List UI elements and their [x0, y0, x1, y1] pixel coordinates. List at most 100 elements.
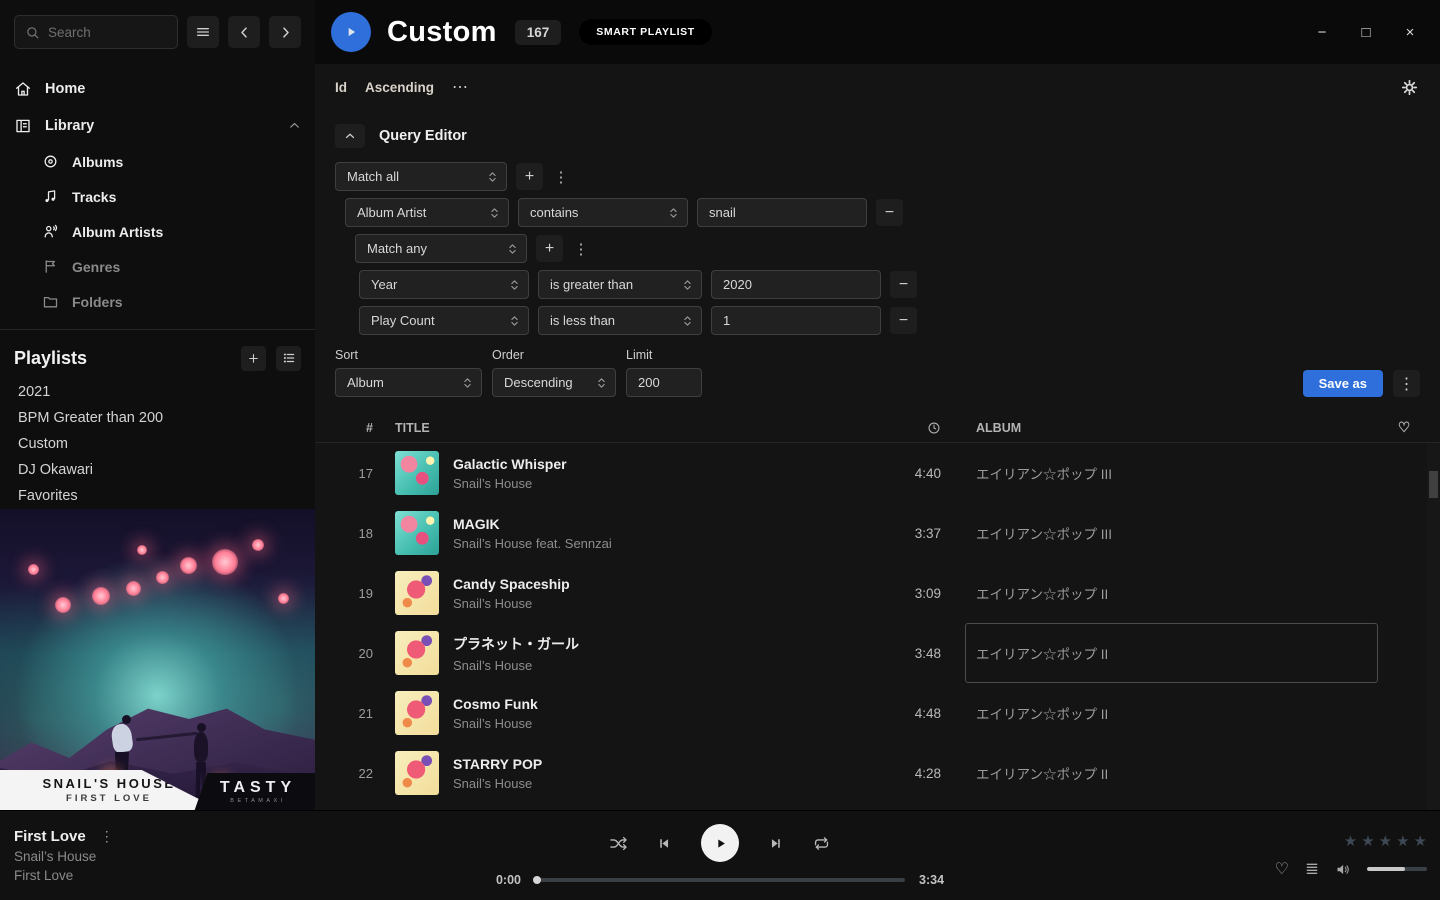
track-artist[interactable]: Snail’s House feat. Sennzai — [453, 536, 879, 551]
add-rule-button[interactable]: + — [516, 163, 543, 190]
table-row[interactable]: 21 Cosmo Funk Snail’s House 4:48 エイリアン☆ポ… — [315, 683, 1440, 743]
playlist-item[interactable]: BPM Greater than 200 — [0, 405, 315, 431]
track-artist[interactable]: Snail’s House — [453, 476, 879, 491]
limit-input[interactable] — [626, 368, 702, 397]
library-collapse-icon[interactable] — [288, 119, 301, 132]
duration-clock-icon[interactable] — [927, 421, 941, 435]
star-icon[interactable]: ★ — [1361, 832, 1374, 850]
sidebar-item-genres[interactable]: Genres — [42, 249, 301, 284]
rule-operator-select[interactable]: contains — [518, 198, 688, 227]
track-album[interactable]: エイリアン☆ポップ II — [941, 743, 1381, 803]
search-input-wrapper[interactable] — [14, 15, 178, 49]
sidebar-item-folders[interactable]: Folders — [42, 284, 301, 319]
remove-rule-button[interactable]: − — [890, 271, 917, 298]
menu-button[interactable] — [187, 16, 219, 48]
match-type-select[interactable]: Match any — [355, 234, 527, 263]
rule-value-input[interactable] — [711, 270, 881, 299]
rule-field-select[interactable]: Album Artist — [345, 198, 509, 227]
track-album[interactable]: エイリアン☆ポップ III — [941, 503, 1381, 563]
track-artist[interactable]: Snail’s House — [453, 658, 879, 673]
gear-icon[interactable] — [1401, 79, 1418, 96]
play-playlist-button[interactable] — [331, 12, 371, 52]
window-minimize-button[interactable]: − — [1314, 24, 1330, 41]
vertical-scrollbar[interactable] — [1427, 443, 1440, 810]
playlist-item[interactable]: Favorites — [0, 483, 315, 509]
playlist-item[interactable]: Custom — [0, 431, 315, 457]
column-header-index[interactable]: # — [331, 421, 373, 435]
save-menu-button[interactable]: ⋮ — [1393, 370, 1420, 397]
sort-label: Sort — [335, 348, 482, 362]
seek-handle[interactable] — [533, 876, 541, 884]
star-icon[interactable]: ★ — [1396, 832, 1409, 850]
column-header-album[interactable]: ALBUM — [941, 421, 1381, 435]
track-artist[interactable]: Snail’s House — [453, 596, 879, 611]
table-row[interactable]: 17 Galactic Whisper Snail’s House 4:40 エ… — [315, 443, 1440, 503]
nav-back-button[interactable] — [228, 16, 260, 48]
track-album[interactable]: エイリアン☆ポップ II — [941, 683, 1381, 743]
more-options-button[interactable]: ⋯ — [452, 77, 470, 97]
rating-stars[interactable]: ★ ★ ★ ★ ★ — [1344, 832, 1427, 850]
sort-field-button[interactable]: Id — [335, 80, 347, 95]
table-row[interactable]: 22 STARRY POP Snail’s House 4:28 エイリアン☆ポ… — [315, 743, 1440, 803]
sort-direction-button[interactable]: Ascending — [365, 80, 434, 95]
rule-value-input[interactable] — [711, 306, 881, 335]
scrollbar-thumb[interactable] — [1429, 471, 1438, 498]
favorite-heart-icon[interactable]: ♡ — [1398, 419, 1411, 436]
window-maximize-button[interactable]: □ — [1358, 24, 1374, 41]
track-artist[interactable]: Snail’s House — [453, 716, 879, 731]
remove-rule-button[interactable]: − — [876, 199, 903, 226]
track-artist[interactable]: Snail’s House — [453, 776, 879, 791]
now-playing-title[interactable]: First Love — [14, 828, 86, 845]
order-select[interactable]: Descending — [492, 368, 616, 397]
nav-forward-button[interactable] — [269, 16, 301, 48]
shuffle-button[interactable] — [609, 834, 628, 853]
playlist-item[interactable]: DJ Okawari — [0, 457, 315, 483]
repeat-button[interactable] — [812, 834, 831, 853]
now-playing-artist[interactable]: Snail’s House — [14, 849, 315, 864]
add-rule-button[interactable]: + — [536, 235, 563, 262]
add-playlist-button[interactable] — [241, 346, 266, 371]
previous-track-button[interactable] — [656, 835, 673, 852]
track-album-focused-cell[interactable]: エイリアン☆ポップ II — [941, 623, 1381, 683]
rule-operator-select[interactable]: is less than — [538, 306, 702, 335]
now-playing-album-art[interactable]: SNAIL'S HOUSE FIRST LOVE TASTY BETAMAXI — [0, 509, 315, 810]
play-pause-button[interactable] — [701, 824, 739, 862]
queue-icon[interactable] — [1304, 861, 1320, 877]
sidebar-item-albums[interactable]: Albums — [42, 144, 301, 179]
track-album[interactable]: エイリアン☆ポップ II — [941, 563, 1381, 623]
remove-rule-button[interactable]: − — [890, 307, 917, 334]
sidebar-item-tracks[interactable]: Tracks — [42, 179, 301, 214]
playlist-item[interactable]: 2021 — [0, 379, 315, 405]
table-row[interactable]: 20 プラネット・ガール Snail’s House 3:48 エイリアン☆ポッ… — [315, 623, 1440, 683]
search-input[interactable] — [48, 25, 167, 40]
volume-slider[interactable] — [1367, 867, 1427, 871]
rule-operator-select[interactable]: is greater than — [538, 270, 702, 299]
rule-field-select[interactable]: Year — [359, 270, 529, 299]
favorite-button[interactable]: ♡ — [1275, 859, 1289, 879]
match-type-select[interactable]: Match all — [335, 162, 507, 191]
volume-icon[interactable] — [1335, 861, 1352, 878]
seek-bar[interactable] — [535, 878, 905, 882]
now-playing-album[interactable]: First Love — [14, 868, 315, 883]
rule-field-select[interactable]: Play Count — [359, 306, 529, 335]
column-header-title[interactable]: TITLE — [373, 421, 879, 435]
query-editor-collapse-button[interactable] — [335, 124, 365, 148]
star-icon[interactable]: ★ — [1379, 832, 1392, 850]
next-track-button[interactable] — [767, 835, 784, 852]
rule-group-menu-button[interactable]: ⋮ — [572, 235, 590, 262]
sort-select[interactable]: Album — [335, 368, 482, 397]
sidebar-item-home[interactable]: Home — [14, 70, 301, 107]
star-icon[interactable]: ★ — [1414, 832, 1427, 850]
playlist-list-button[interactable] — [276, 346, 301, 371]
star-icon[interactable]: ★ — [1344, 832, 1357, 850]
window-close-button[interactable]: × — [1402, 24, 1418, 41]
rule-group-menu-button[interactable]: ⋮ — [552, 163, 570, 190]
table-row[interactable]: 19 Candy Spaceship Snail’s House 3:09 エイ… — [315, 563, 1440, 623]
sidebar-item-album-artists[interactable]: Album Artists — [42, 214, 301, 249]
track-album[interactable]: エイリアン☆ポップ III — [941, 443, 1381, 503]
sidebar-item-library[interactable]: Library — [14, 107, 301, 144]
now-playing-menu-button[interactable]: ⋮ — [100, 828, 114, 845]
table-row[interactable]: 18 MAGIK Snail’s House feat. Sennzai 3:3… — [315, 503, 1440, 563]
save-as-button[interactable]: Save as — [1303, 370, 1383, 397]
rule-value-input[interactable] — [697, 198, 867, 227]
